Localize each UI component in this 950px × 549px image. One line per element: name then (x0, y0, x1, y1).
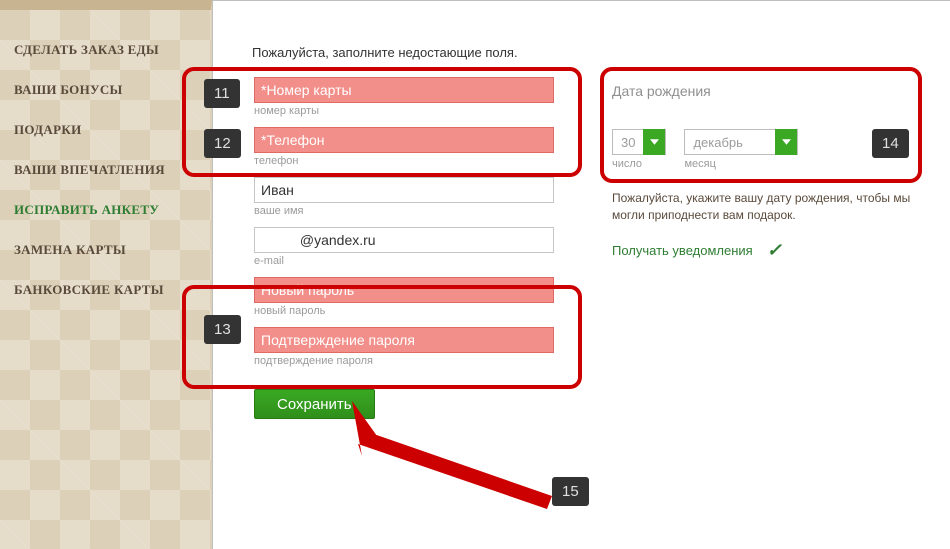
card-number-hint: номер карты (254, 105, 614, 117)
confirm-password-hint: подтверждение пароля (254, 355, 614, 367)
sidebar-item-bank-cards[interactable]: Банковские карты (14, 270, 211, 310)
sidebar-item-gifts[interactable]: Подарки (14, 110, 211, 150)
dob-column: Дата рождения 30 число декабрь (612, 71, 950, 261)
dob-month-select[interactable]: декабрь (684, 129, 798, 155)
dob-month-hint: месяц (684, 158, 798, 170)
confirm-password-field[interactable] (254, 327, 554, 353)
dob-day-wrap: 30 число (612, 129, 666, 170)
chevron-down-icon (775, 129, 797, 155)
dob-month-value: декабрь (685, 135, 775, 150)
sidebar-item-order[interactable]: Сделать заказ еды (14, 30, 211, 70)
sidebar-item-edit-profile[interactable]: Исправить анкету (14, 190, 211, 230)
annotation-tag-15: 15 (552, 477, 589, 506)
sidebar-item-bonuses[interactable]: Ваши бонусы (14, 70, 211, 110)
sidebar-item-impressions[interactable]: Ваши впечатления (14, 150, 211, 190)
card-number-field[interactable] (254, 77, 554, 103)
dob-select-row: 30 число декабрь месяц (612, 129, 950, 170)
dob-day-select[interactable]: 30 (612, 129, 666, 155)
main-panel: Пожалуйста, заполните недостающие поля. … (212, 0, 950, 549)
email-field[interactable] (254, 227, 554, 253)
dob-day-hint: число (612, 158, 666, 170)
annotation-arrow (322, 401, 582, 521)
name-field[interactable] (254, 177, 554, 203)
notify-row: Получать уведомления ✓ (612, 240, 950, 261)
name-hint: ваше имя (254, 205, 614, 217)
new-password-field[interactable] (254, 277, 554, 303)
save-button[interactable]: Сохранить (254, 389, 375, 419)
dob-day-value: 30 (613, 135, 643, 150)
phone-hint: телефон (254, 155, 614, 167)
chevron-down-icon (643, 129, 665, 155)
form-instruction: Пожалуйста, заполните недостающие поля. (252, 45, 518, 60)
dob-month-wrap: декабрь месяц (684, 129, 798, 170)
new-password-hint: новый пароль (254, 305, 614, 317)
dob-title: Дата рождения (612, 83, 950, 99)
sidebar: Сделать заказ еды Ваши бонусы Подарки Ва… (0, 0, 212, 549)
check-icon[interactable]: ✓ (767, 240, 782, 261)
sidebar-item-card-replace[interactable]: Замена карты (14, 230, 211, 270)
email-hint: e-mail (254, 255, 614, 267)
vertical-divider (212, 1, 213, 549)
form-column: номер карты телефон ваше имя e-mail новы… (254, 71, 614, 419)
notify-label[interactable]: Получать уведомления (612, 243, 753, 258)
dob-note: Пожалуйста, укажите вашу дату рождения, … (612, 190, 912, 224)
phone-field[interactable] (254, 127, 554, 153)
